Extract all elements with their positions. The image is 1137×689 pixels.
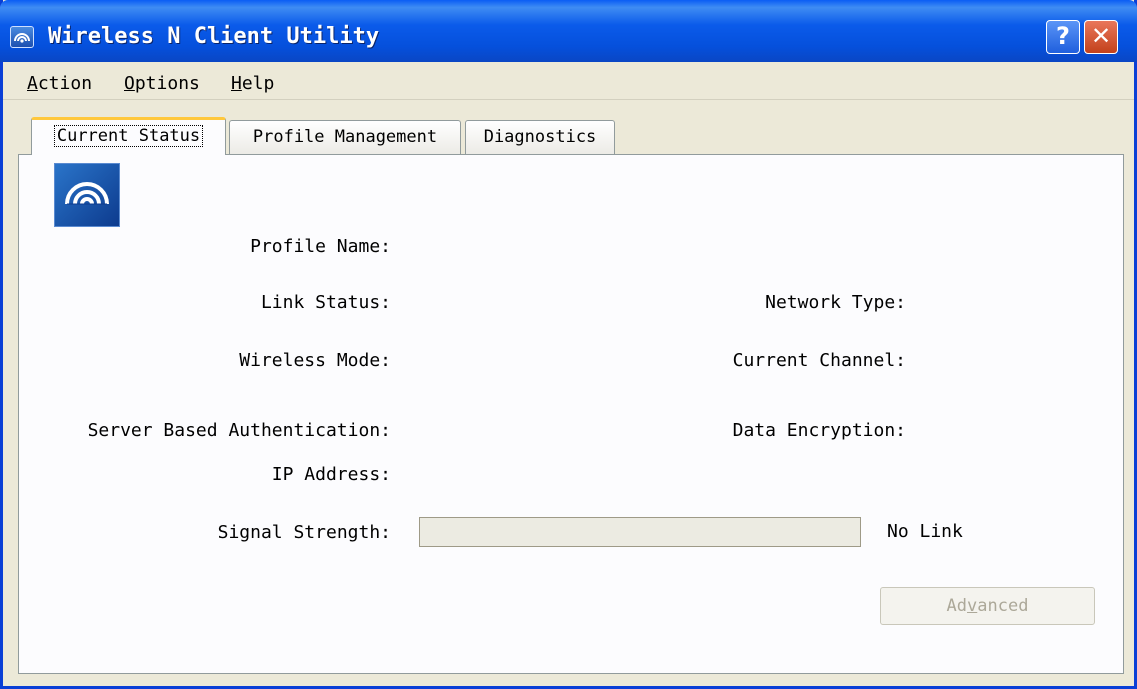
server-auth-label: Server Based Authentication:: [87, 420, 391, 441]
tab-diagnostics[interactable]: Diagnostics: [465, 120, 615, 154]
wireless-mode-label: Wireless Mode:: [239, 350, 391, 371]
wireless-signal-icon: [10, 26, 34, 48]
tab-current-status-label: Current Status: [53, 125, 204, 147]
data-encryption-label: Data Encryption:: [732, 420, 906, 441]
menu-options-mnemonic: O: [124, 73, 135, 94]
ip-address-label: IP Address:: [271, 464, 391, 485]
advanced-button[interactable]: Advanced: [880, 587, 1095, 625]
advanced-label-before: Ad: [946, 596, 968, 616]
utility-window: Wireless N Client Utility ? ✕ Action Opt…: [0, 0, 1137, 689]
menu-action[interactable]: Action: [27, 72, 92, 96]
menu-options-label: ptions: [134, 73, 200, 94]
menu-action-mnemonic: A: [27, 73, 38, 94]
tab-current-status[interactable]: Current Status: [31, 117, 226, 155]
tab-profile-management-label: Profile Management: [252, 127, 438, 147]
profile-name-label: Profile Name:: [250, 236, 391, 257]
help-button[interactable]: ?: [1046, 20, 1080, 54]
network-type-label: Network Type:: [765, 292, 906, 313]
menu-bar: Action Options Help: [3, 66, 1134, 100]
wireless-signal-icon: [54, 163, 120, 227]
menu-action-label: ction: [37, 73, 93, 94]
signal-strength-label: Signal Strength:: [217, 522, 391, 543]
close-button[interactable]: ✕: [1084, 20, 1118, 54]
current-channel-label: Current Channel:: [732, 350, 906, 371]
signal-status-text: No Link: [887, 521, 963, 542]
window-title: Wireless N Client Utility: [48, 24, 380, 49]
tab-diagnostics-label: Diagnostics: [483, 127, 597, 147]
menu-options[interactable]: Options: [124, 72, 200, 96]
signal-strength-bar: [419, 517, 861, 547]
menu-help-label: elp: [241, 73, 275, 94]
advanced-label-after: anced: [977, 596, 1029, 616]
tab-profile-management[interactable]: Profile Management: [229, 120, 461, 154]
menu-help-mnemonic: H: [231, 73, 242, 94]
title-bar[interactable]: Wireless N Client Utility ? ✕: [0, 0, 1137, 62]
advanced-mnemonic: v: [967, 596, 978, 616]
menu-help[interactable]: Help: [231, 72, 274, 96]
current-status-panel: Profile Name: Link Status: Network Type:…: [18, 154, 1124, 674]
link-status-label: Link Status:: [260, 292, 391, 313]
